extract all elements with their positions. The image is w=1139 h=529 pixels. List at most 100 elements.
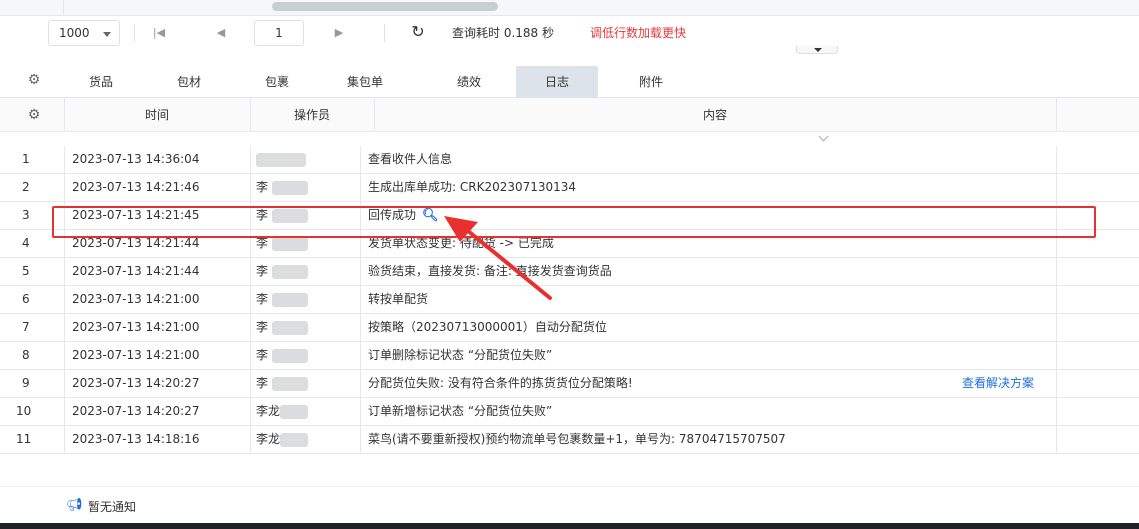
row-content: 分配货位失败: 没有符合条件的拣货货位分配策略! (368, 376, 633, 390)
table-row[interactable]: 10 2023-07-13 14:20:27 李龙 订单新增标记状态 “分配货位… (0, 398, 1139, 426)
column-divider (250, 342, 251, 369)
column-divider (64, 202, 65, 229)
column-divider (360, 370, 361, 397)
top-scroll-strip (0, 0, 1139, 16)
redaction-mask (271, 264, 308, 279)
column-divider (250, 258, 251, 285)
column-divider (1056, 370, 1057, 397)
log-table-body: 1 2023-07-13 14:36:04 查看收件人信息 2 2023-07-… (0, 146, 1139, 454)
notice-text[interactable]: 暂无通知 (88, 498, 136, 515)
table-row[interactable]: 2 2023-07-13 14:21:46 李 生成出库单成功: CRK2023… (0, 174, 1139, 202)
row-time: 2023-07-13 14:21:45 (72, 208, 200, 222)
operator-name: 李龙 (256, 404, 281, 418)
table-row[interactable]: 3 2023-07-13 14:21:45 李 回传成功 🔍︎ (0, 202, 1139, 230)
column-divider (1056, 146, 1057, 173)
table-row[interactable]: 6 2023-07-13 14:21:00 李 转按单配货 (0, 286, 1139, 314)
search-icon[interactable]: 🔍︎ (422, 202, 439, 229)
operator-name: 李 (256, 376, 269, 390)
view-solution-link[interactable]: 查看解决方案 (962, 370, 1034, 397)
operator-name: 李 (256, 292, 269, 306)
panel-collapse-handle[interactable] (796, 46, 838, 54)
redaction-mask (271, 348, 308, 363)
tab-packaging[interactable]: 包材 (148, 66, 230, 98)
column-divider (64, 398, 65, 425)
horizontal-scrollbar-thumb[interactable] (272, 2, 498, 11)
tab-performance[interactable]: 绩效 (428, 66, 510, 98)
pager-toolbar: 1000 |◀ ◀ ▶ ↻ 查询耗时 0.188 秒 调低行数加载更快 (0, 16, 1139, 54)
row-time: 2023-07-13 14:20:27 (72, 376, 200, 390)
row-time: 2023-07-13 14:36:04 (72, 152, 200, 166)
row-operator: 李 (256, 258, 372, 285)
column-divider (64, 230, 65, 257)
row-index: 4 (22, 236, 30, 250)
chevron-down-icon[interactable] (818, 133, 830, 141)
tab-parcel[interactable]: 包裹 (236, 66, 318, 98)
prev-page-icon[interactable]: ◀ (206, 20, 236, 46)
row-index: 2 (22, 180, 30, 194)
refresh-icon[interactable]: ↻ (408, 22, 428, 42)
column-divider (360, 202, 361, 229)
row-content: 按策略（20230713000001）自动分配货位 (368, 320, 607, 334)
table-row[interactable]: 7 2023-07-13 14:21:00 李 按策略（202307130000… (0, 314, 1139, 342)
column-divider (250, 314, 251, 341)
column-divider (360, 398, 361, 425)
column-divider (64, 314, 65, 341)
row-operator: 李 (256, 342, 372, 369)
load-tip-text: 调低行数加载更快 (590, 26, 687, 40)
table-row[interactable]: 5 2023-07-13 14:21:44 李 验货结束，直接发货: 备注: 直… (0, 258, 1139, 286)
tab-bar: ⚙ 货品 包材 包裹 集包单 绩效 日志 附件 (0, 64, 1139, 98)
column-divider (360, 314, 361, 341)
first-page-icon[interactable]: |◀ (144, 20, 174, 46)
row-time: 2023-07-13 14:21:00 (72, 348, 200, 362)
row-content: 验货结束，直接发货: 备注: 直接发货查询货品 (368, 264, 612, 278)
separator (384, 24, 385, 42)
page-size-select[interactable]: 1000 (48, 20, 120, 46)
column-divider (360, 258, 361, 285)
row-time: 2023-07-13 14:21:00 (72, 292, 200, 306)
operator-name: 李 (256, 320, 269, 334)
table-row[interactable]: 4 2023-07-13 14:21:44 李 发货单状态变更: 待配货 -> … (0, 230, 1139, 258)
row-index: 9 (22, 376, 30, 390)
row-time: 2023-07-13 14:20:27 (72, 404, 200, 418)
column-divider (250, 286, 251, 313)
tab-consolidation[interactable]: 集包单 (324, 66, 406, 98)
column-divider (250, 426, 251, 453)
column-divider (1056, 342, 1057, 369)
operator-name: 李 (256, 236, 269, 250)
column-divider (250, 370, 251, 397)
column-divider (64, 342, 65, 369)
row-operator: 李龙 (256, 426, 372, 453)
column-divider (1056, 398, 1057, 425)
row-index: 6 (22, 292, 30, 306)
operator-name: 李 (256, 264, 269, 278)
column-divider (360, 230, 361, 257)
redaction-mask (271, 180, 308, 195)
tab-attachment[interactable]: 附件 (610, 66, 692, 98)
query-time-text: 查询耗时 0.188 秒 (452, 26, 554, 40)
table-row[interactable]: 9 2023-07-13 14:20:27 李 分配货位失败: 没有符合条件的拣… (0, 370, 1139, 398)
table-row[interactable]: 8 2023-07-13 14:21:00 李 订单删除标记状态 “分配货位失败… (0, 342, 1139, 370)
page-number-input[interactable] (254, 20, 304, 46)
gear-icon[interactable]: ⚙ (24, 70, 44, 90)
column-divider (64, 426, 65, 453)
column-header-time[interactable]: 时间 (64, 98, 250, 132)
tab-goods[interactable]: 货品 (60, 66, 142, 98)
table-row[interactable]: 1 2023-07-13 14:36:04 查看收件人信息 (0, 146, 1139, 174)
tab-log[interactable]: 日志 (516, 66, 598, 98)
redaction-mask (271, 236, 308, 251)
column-divider (64, 370, 65, 397)
column-divider (64, 174, 65, 201)
table-row[interactable]: 11 2023-07-13 14:18:16 李龙 菜鸟(请不要重新授权)预约物… (0, 426, 1139, 454)
gear-icon[interactable]: ⚙ (24, 98, 44, 132)
next-page-icon[interactable]: ▶ (324, 20, 354, 46)
megaphone-icon: 📢︎ (66, 498, 83, 513)
row-content: 发货单状态变更: 待配货 -> 已完成 (368, 236, 554, 250)
row-index: 10 (16, 404, 32, 418)
redaction-mask (271, 320, 308, 335)
column-header-content[interactable]: 内容 (374, 98, 1056, 132)
column-divider (360, 286, 361, 313)
column-header-operator[interactable]: 操作员 (250, 98, 374, 132)
column-divider (1056, 286, 1057, 313)
column-divider (360, 342, 361, 369)
column-divider (360, 426, 361, 453)
